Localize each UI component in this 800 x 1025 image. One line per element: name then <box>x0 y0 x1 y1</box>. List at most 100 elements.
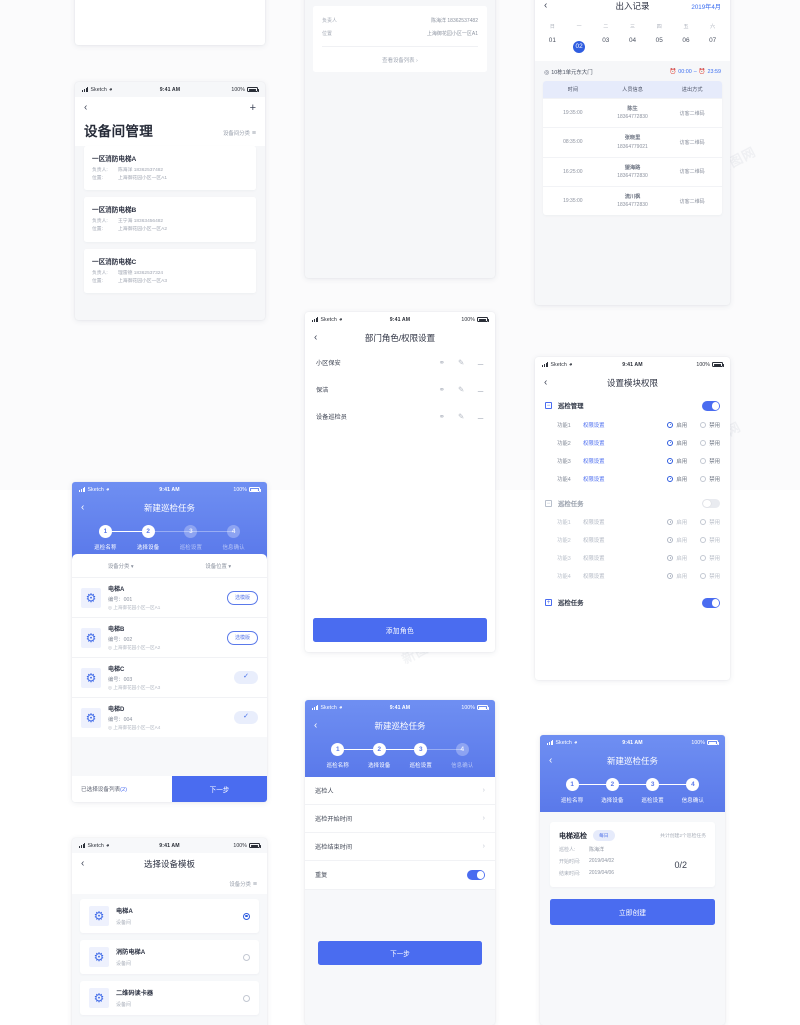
room-category-filter[interactable]: 设备间分类 ≡ <box>223 129 256 140</box>
filter-category[interactable]: 设备分类 ▾ <box>72 562 170 570</box>
day-cell[interactable]: 05 <box>646 35 673 53</box>
step-1[interactable]: 1 巡检名称 <box>552 778 592 804</box>
selected-summary[interactable]: 已选择设备列表(2) <box>72 785 127 793</box>
step-2[interactable]: 2 选择设备 <box>571 778 632 804</box>
select-template-button[interactable]: 选模版 <box>226 590 258 605</box>
radio-enable[interactable]: 启用 <box>667 536 687 544</box>
day-cell[interactable]: 03 <box>592 35 619 53</box>
back-icon[interactable]: ‹ <box>544 378 556 388</box>
back-icon[interactable]: ‹ <box>314 333 326 343</box>
create-now-button[interactable]: 立即创建 <box>550 899 715 925</box>
radio-dot[interactable] <box>243 994 250 1002</box>
view-device-list-link[interactable]: 查看设备列表 › <box>322 46 478 72</box>
radio-disable[interactable]: 禁用 <box>700 439 720 447</box>
list-item[interactable]: 一区消防电梯B 负责人: 王宁海 18363456482 位置: 上海御花园小区… <box>84 197 256 242</box>
back-icon[interactable]: ‹ <box>84 103 96 113</box>
step-1[interactable]: 1 巡检名称 <box>84 525 127 551</box>
list-item[interactable]: ⚙ 电梯B 编号：002 ◎ 上海御花园小区一区A2 选模版 <box>72 617 267 657</box>
list-item[interactable]: ⚙ 电梯A 设备间 <box>80 899 259 933</box>
list-item[interactable]: 小区保安 ⚭ ✎ ⚊ <box>305 349 495 376</box>
radio-enable[interactable]: 启用 <box>667 439 687 447</box>
day-cell-selected[interactable]: 02 <box>566 35 593 53</box>
list-item[interactable]: ⚙ 二维码读卡器 设备间 <box>80 981 259 1015</box>
permission-group-header[interactable]: + 巡检任务 <box>535 591 730 613</box>
permission-settings-link[interactable]: 权限设置 <box>583 475 605 483</box>
pencil-icon[interactable]: ✎ <box>458 413 464 421</box>
check-icon[interactable]: ✓ <box>234 711 258 724</box>
list-item[interactable]: 一区消防电梯C 负责人: 理雷德 18362537324 位置: 上海御花园小区… <box>84 248 256 293</box>
radio-enable[interactable]: 启用 <box>667 475 687 483</box>
pencil-icon[interactable]: ✎ <box>458 359 464 367</box>
select-template-button[interactable]: 选模版 <box>226 630 258 645</box>
group-toggle[interactable] <box>702 598 720 608</box>
shield-icon[interactable]: ⚭ <box>439 413 445 421</box>
template-category-filter[interactable]: 设备分类 ≡ <box>72 875 267 894</box>
list-item-inspector[interactable]: 巡检人 › <box>305 777 495 805</box>
group-toggle[interactable] <box>702 401 720 411</box>
list-item-start-time[interactable]: 巡检开始时间 › <box>305 805 495 833</box>
list-item[interactable]: 设备巡检员 ⚭ ✎ ⚊ <box>305 403 495 430</box>
list-item[interactable]: ⚙ 消防电梯A 设备间 <box>80 940 259 974</box>
radio-disable[interactable]: 禁用 <box>700 572 720 580</box>
radio-disable[interactable]: 禁用 <box>700 536 720 544</box>
radio-enable[interactable]: 启用 <box>667 518 687 526</box>
step-1[interactable]: 1 巡检名称 <box>317 743 359 769</box>
permission-group-header[interactable]: − 巡检管理 <box>535 394 730 416</box>
back-icon[interactable]: ‹ <box>81 859 93 869</box>
list-item[interactable]: ⚙ 电梯A 编号：001 ◎ 上海御花园小区一区A1 选模版 <box>72 577 267 617</box>
list-item[interactable]: ⚙ 电梯C 编号：003 ◎ 上海御花园小区一区A3 ✓ <box>72 657 267 697</box>
back-icon[interactable]: ‹ <box>544 1 556 11</box>
step-4[interactable]: 4 信息确认 <box>652 778 713 804</box>
collapse-minus-icon[interactable]: − <box>545 402 552 410</box>
pencil-icon[interactable]: ✎ <box>458 386 464 394</box>
step-3[interactable]: 3 巡检设置 <box>148 525 213 551</box>
radio-dot[interactable] <box>243 953 250 961</box>
permission-settings-link[interactable]: 权限设置 <box>583 439 605 447</box>
back-icon[interactable]: ‹ <box>81 503 93 513</box>
filter-location[interactable]: 设备位置 ▾ <box>170 562 268 570</box>
radio-disable[interactable]: 禁用 <box>700 554 720 562</box>
next-step-button[interactable]: 下一步 <box>318 941 482 965</box>
radio-disable[interactable]: 禁用 <box>700 421 720 429</box>
step-2[interactable]: 2 选择设备 <box>105 525 170 551</box>
list-item-repeat[interactable]: 重复 <box>305 861 495 890</box>
day-cell[interactable]: 07 <box>699 35 726 53</box>
permission-settings-link[interactable]: 权限设置 <box>583 572 605 580</box>
list-item[interactable]: ⚙ 电梯D 编号：004 ◎ 上海御花园小区一区A4 ✓ <box>72 697 267 737</box>
radio-enable[interactable]: 启用 <box>667 457 687 465</box>
permission-settings-link[interactable]: 权限设置 <box>583 518 605 526</box>
plus-icon[interactable]: + <box>250 102 256 114</box>
trash-icon[interactable]: ⚊ <box>477 413 484 421</box>
radio-disable[interactable]: 禁用 <box>700 457 720 465</box>
step-3[interactable]: 3 巡检设置 <box>612 778 673 804</box>
radio-disable[interactable]: 禁用 <box>700 475 720 483</box>
back-icon[interactable]: ‹ <box>314 721 326 731</box>
permission-settings-link[interactable]: 权限设置 <box>583 536 605 544</box>
back-icon[interactable]: ‹ <box>549 756 561 766</box>
radio-enable[interactable]: 启用 <box>667 554 687 562</box>
list-item[interactable]: 保洁 ⚭ ✎ ⚊ <box>305 376 495 403</box>
month-selector[interactable]: 2019年4月 <box>691 2 721 11</box>
step-3[interactable]: 3 巡检设置 <box>379 743 442 769</box>
trash-icon[interactable]: ⚊ <box>477 386 484 394</box>
location-filter-row[interactable]: ◎ 10栋1单元东大门 ⏰ 00:00 – ⏰ 23:59 <box>535 61 730 81</box>
day-cell[interactable]: 01 <box>539 35 566 53</box>
trash-icon[interactable]: ⚊ <box>477 359 484 367</box>
day-cell[interactable]: 04 <box>619 35 646 53</box>
time-range[interactable]: ⏰ 00:00 – ⏰ 23:59 <box>670 69 721 75</box>
radio-dot-selected[interactable] <box>243 912 250 920</box>
radio-enable[interactable]: 启用 <box>667 572 687 580</box>
check-icon[interactable]: ✓ <box>234 671 258 684</box>
permission-settings-link[interactable]: 权限设置 <box>583 421 605 429</box>
collapse-minus-icon[interactable]: − <box>545 499 552 507</box>
next-step-button[interactable]: 下一步 <box>172 776 267 802</box>
permission-settings-link[interactable]: 权限设置 <box>583 554 605 562</box>
shield-icon[interactable]: ⚭ <box>439 386 445 394</box>
list-item-end-time[interactable]: 巡检结束时间 › <box>305 833 495 861</box>
day-cell[interactable]: 06 <box>673 35 700 53</box>
step-4[interactable]: 4 信息确认 <box>190 525 255 551</box>
shield-icon[interactable]: ⚭ <box>439 359 445 367</box>
radio-disable[interactable]: 禁用 <box>700 518 720 526</box>
add-role-button[interactable]: 添加角色 <box>313 618 487 642</box>
radio-enable[interactable]: 启用 <box>667 421 687 429</box>
